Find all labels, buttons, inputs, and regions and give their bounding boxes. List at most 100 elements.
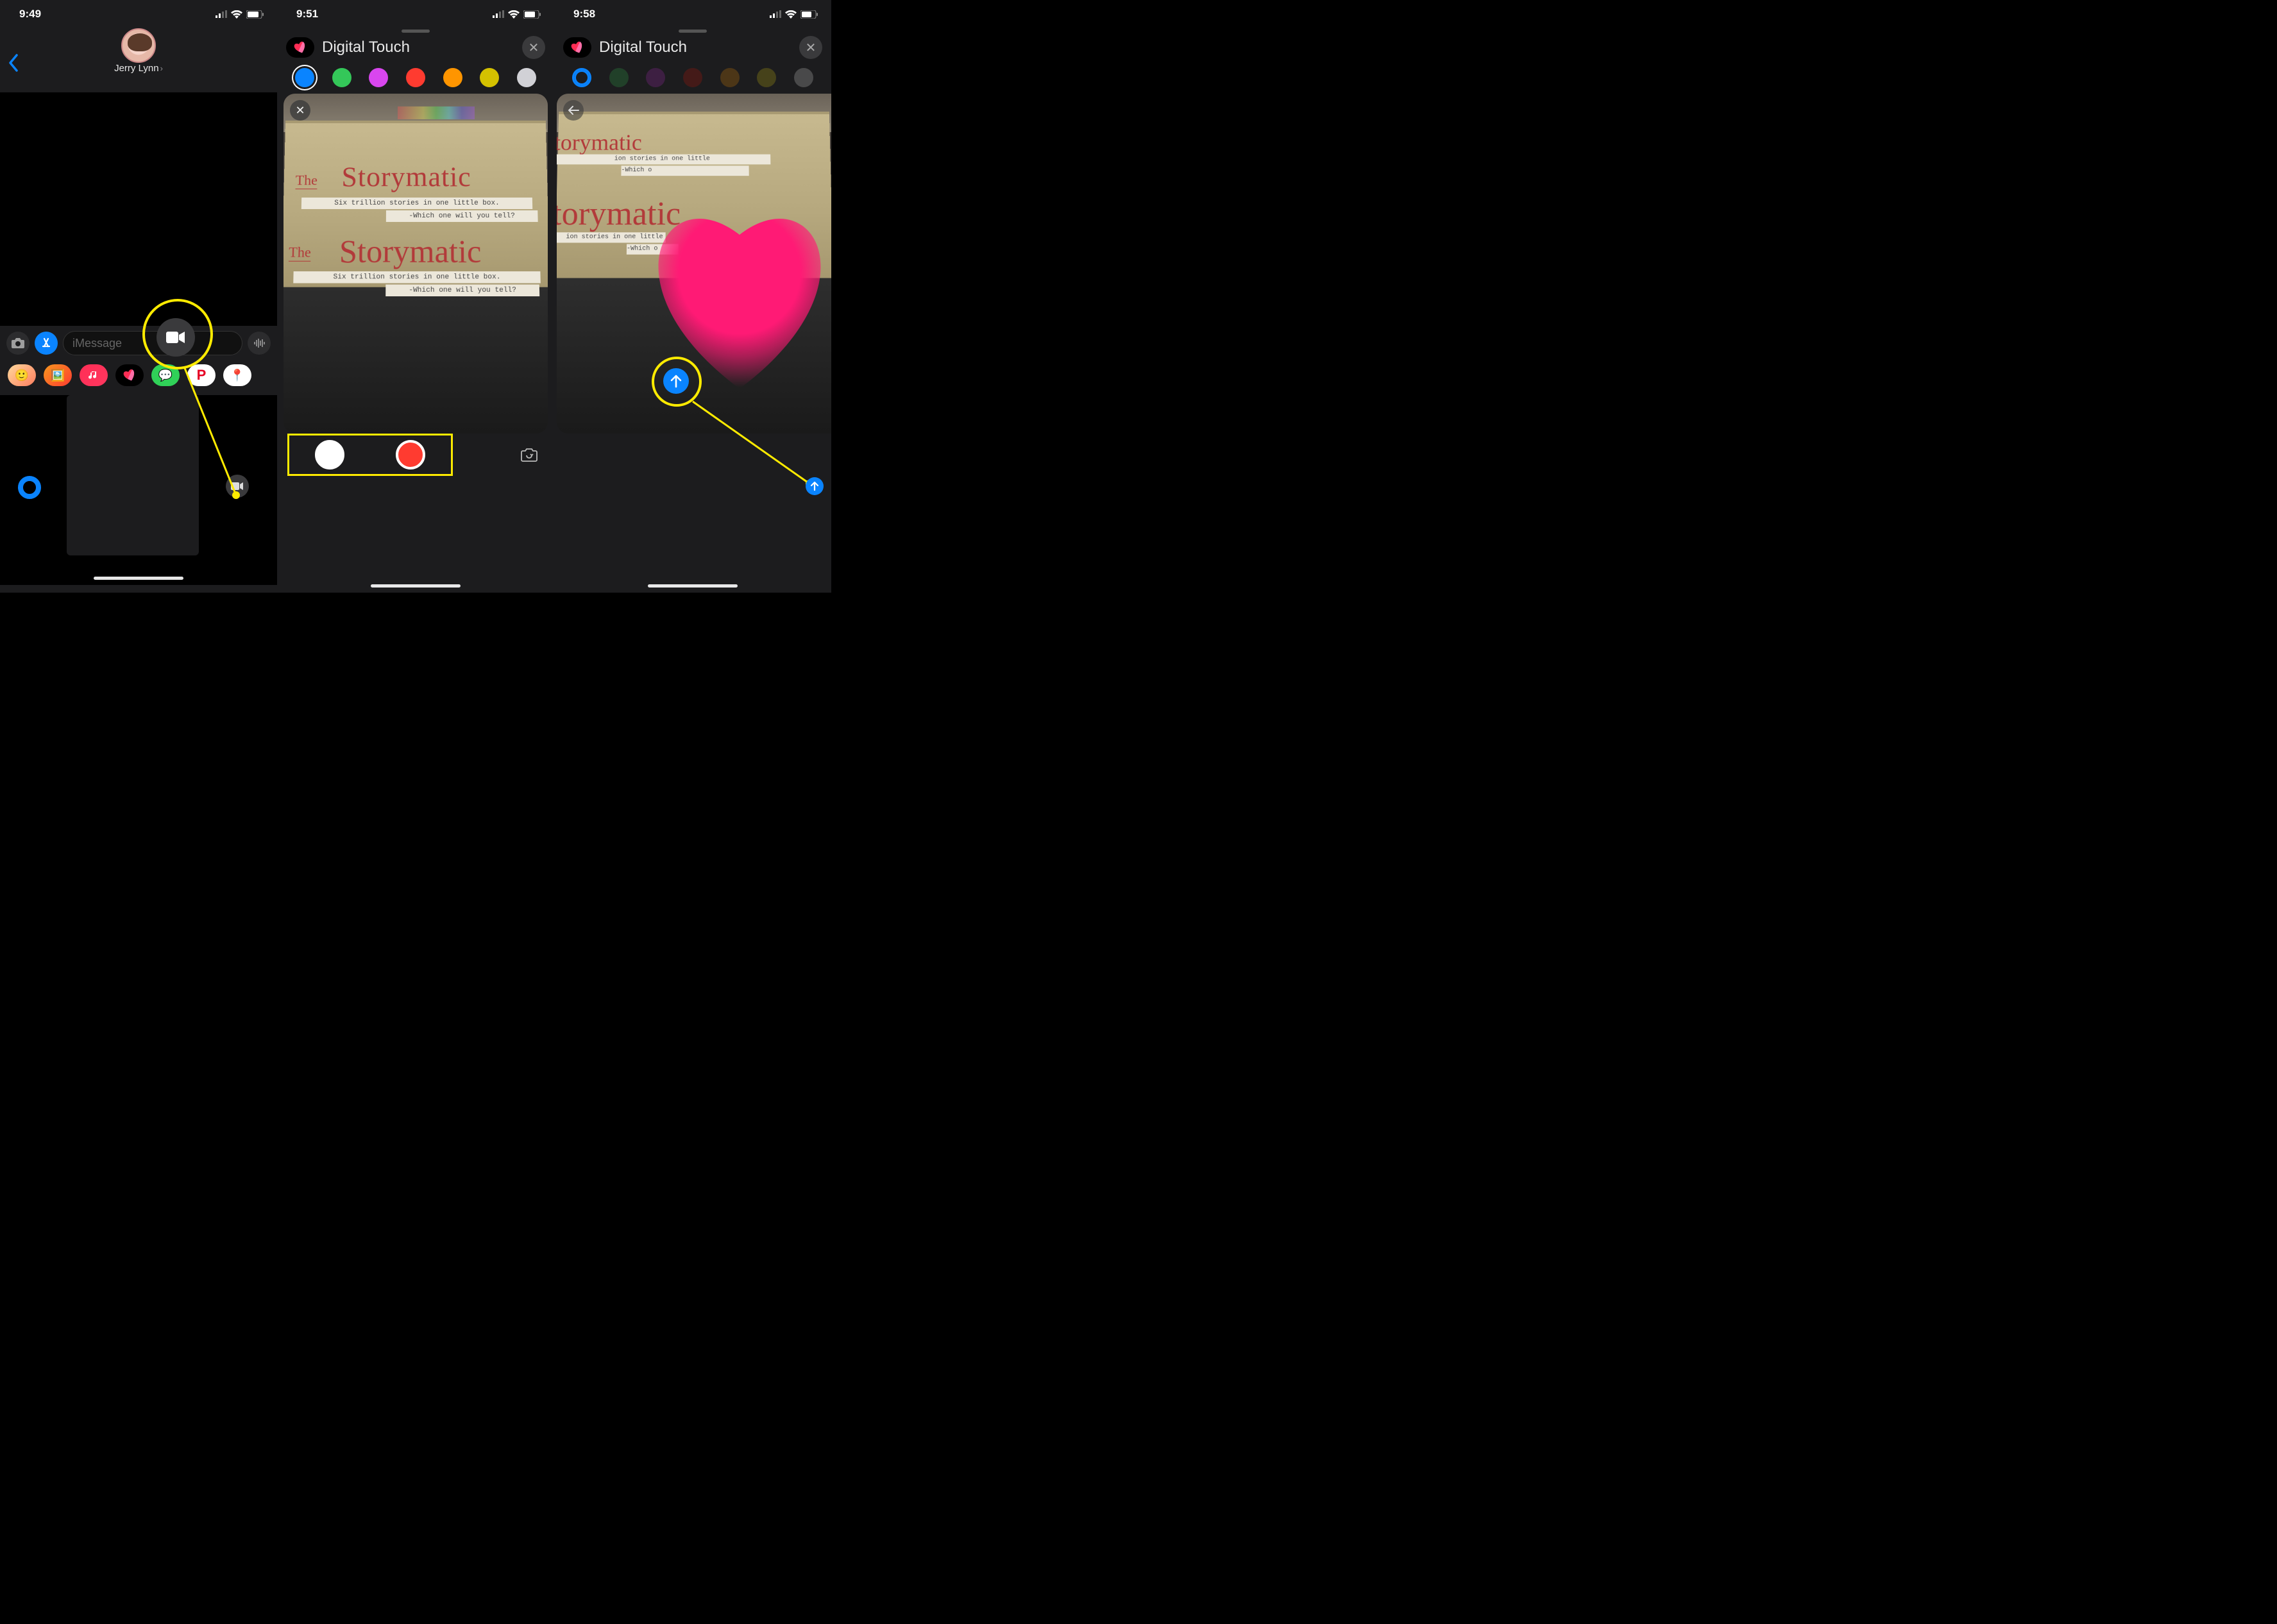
chevron-right-icon: › (159, 63, 163, 73)
color-palette-dimmed (554, 65, 831, 94)
thread-header: Jerry Lynn› (0, 28, 277, 92)
color-swatch-blue[interactable] (295, 68, 314, 87)
back-button[interactable] (8, 54, 19, 76)
viewport-bg-detail (398, 106, 475, 119)
color-swatch-red[interactable] (406, 68, 425, 87)
pinterest-app-icon[interactable]: P (187, 364, 216, 386)
box-brand-prefix-2: The (289, 244, 311, 261)
digital-touch-app-icon (286, 37, 314, 58)
color-swatch-orange[interactable] (443, 68, 462, 87)
close-button[interactable]: ✕ (799, 36, 822, 59)
color-swatch-magenta[interactable] (646, 68, 665, 87)
wifi-icon (508, 10, 520, 19)
digital-touch-canvas[interactable] (67, 395, 199, 555)
message-input[interactable]: iMessage (63, 331, 242, 355)
camera-button[interactable] (6, 332, 30, 355)
color-swatch-yellow[interactable] (480, 68, 499, 87)
annotation-capture-highlight (287, 434, 453, 476)
box-brand-fragment-1: torymatic (557, 129, 642, 155)
contact-name: Jerry Lynn (114, 63, 158, 74)
box-prompt-fragment: -Which o (621, 165, 749, 176)
status-icons (770, 10, 818, 19)
box-tagline-fragment: ion stories in one little (557, 155, 770, 165)
color-picker-ring[interactable] (18, 476, 41, 499)
status-icons (216, 10, 264, 19)
home-indicator[interactable] (371, 584, 461, 588)
panel-digital-touch-send: 9:58 Digital Touch ✕ torymatic ion stori… (554, 0, 831, 593)
status-bar: 9:58 (554, 0, 831, 28)
color-swatch-yellow[interactable] (757, 68, 776, 87)
signal-icon (493, 10, 504, 18)
home-indicator[interactable] (94, 577, 183, 580)
camera-viewport[interactable]: The Storymatic Six trillion stories in o… (284, 94, 548, 434)
memoji-app-icon[interactable]: 🙂 (8, 364, 36, 386)
status-time: 9:58 (573, 8, 595, 21)
viewport-box: The Storymatic Six trillion stories in o… (284, 121, 548, 287)
close-button[interactable]: ✕ (522, 36, 545, 59)
photos-app-icon[interactable]: 🖼️ (44, 364, 72, 386)
panel-messages-thread: 9:49 Jerry Lynn› iMessage 🙂 🖼 (0, 0, 277, 593)
color-swatch-magenta[interactable] (369, 68, 388, 87)
digital-touch-drawer (0, 395, 277, 585)
compose-row: iMessage (0, 326, 277, 360)
signal-icon (216, 10, 227, 18)
color-swatch-green[interactable] (609, 68, 629, 87)
battery-icon (800, 10, 818, 19)
status-bar: 9:51 (277, 0, 554, 28)
battery-icon (523, 10, 541, 19)
contact-name-row[interactable]: Jerry Lynn› (114, 63, 163, 74)
back-viewport-button[interactable] (563, 100, 584, 121)
color-swatch-gray[interactable] (794, 68, 813, 87)
annotation-send-button-enlarged (663, 368, 689, 394)
color-palette (277, 65, 554, 94)
contact-avatar[interactable] (121, 28, 156, 63)
digital-touch-app-icon (563, 37, 591, 58)
color-swatch-blue[interactable] (572, 68, 591, 87)
box-tagline-fragment-2: ion stories in one little (557, 232, 666, 242)
box-tagline-2: Six trillion stories in one little box. (293, 271, 541, 283)
status-bar: 9:49 (0, 0, 277, 28)
digital-touch-app-icon[interactable] (115, 364, 144, 386)
battery-icon (246, 10, 264, 19)
sheet-grabber[interactable] (679, 30, 707, 33)
box-tagline: Six trillion stories in one little box. (301, 198, 532, 209)
color-swatch-gray[interactable] (517, 68, 536, 87)
capture-footer (277, 434, 554, 523)
digital-touch-camera-button[interactable] (226, 475, 249, 498)
box-brand-fragment-2: torymatic (557, 195, 681, 233)
color-swatch-green[interactable] (332, 68, 351, 87)
status-time: 9:51 (296, 8, 318, 21)
digital-touch-title: Digital Touch (322, 38, 514, 56)
video-record-button[interactable] (396, 440, 425, 469)
box-brand-2: Storymatic (339, 232, 482, 270)
app-strip[interactable]: 🙂 🖼️ 💬 P 📍 (0, 360, 277, 395)
message-placeholder: iMessage (72, 337, 122, 350)
voice-message-button[interactable] (248, 332, 271, 355)
digital-touch-title: Digital Touch (599, 38, 791, 56)
music-app-icon[interactable] (80, 364, 108, 386)
signal-icon (770, 10, 781, 18)
box-brand: Storymatic (341, 161, 471, 193)
status-icons (493, 10, 541, 19)
close-viewport-button[interactable]: ✕ (290, 100, 310, 121)
box-brand-prefix: The (295, 172, 317, 189)
flip-camera-button[interactable] (517, 443, 541, 467)
home-indicator[interactable] (648, 584, 738, 588)
send-button[interactable] (806, 477, 824, 495)
sheet-grabber[interactable] (402, 30, 430, 33)
color-swatch-orange[interactable] (720, 68, 740, 87)
camera-viewport[interactable]: torymatic ion stories in one little -Whi… (557, 94, 831, 434)
maps-app-icon[interactable]: 📍 (223, 364, 251, 386)
box-prompt-2: -Which one will you tell? (385, 285, 539, 297)
photo-capture-button[interactable] (315, 440, 344, 469)
panel-digital-touch-camera: 9:51 Digital Touch ✕ The Storymatic Six … (277, 0, 554, 593)
thread-body[interactable] (0, 92, 277, 326)
appstore-button[interactable] (35, 332, 58, 355)
fitness-app-icon[interactable]: 💬 (151, 364, 180, 386)
wifi-icon (785, 10, 797, 19)
digital-touch-header: Digital Touch ✕ (554, 28, 831, 65)
digital-touch-header: Digital Touch ✕ (277, 28, 554, 65)
annotation-video-button (157, 318, 195, 357)
status-time: 9:49 (19, 8, 41, 21)
color-swatch-red[interactable] (683, 68, 702, 87)
